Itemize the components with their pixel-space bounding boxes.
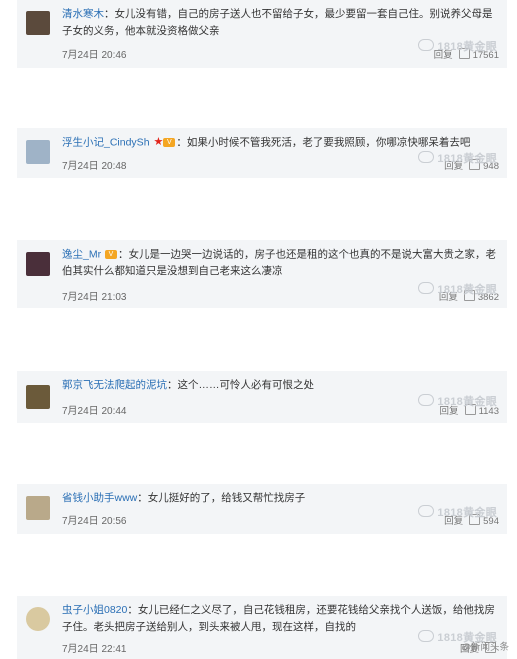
avatar[interactable] bbox=[26, 385, 50, 409]
comment-text: 浮生小记_CindySh ★ V ：如果小时候不管我死活，老了要我照顾，你哪凉快哪呆… bbox=[62, 134, 501, 151]
like-count: 1143 bbox=[478, 406, 499, 417]
comment-actions: 回复 594 bbox=[444, 513, 499, 527]
comment-body: ：女儿挺好的了，给钱又帮忙找房子 bbox=[137, 492, 306, 504]
watermark-icon bbox=[418, 282, 435, 294]
reply-button[interactable]: 回复 bbox=[440, 406, 459, 417]
timestamp: 7月24日 20:48 bbox=[62, 161, 127, 172]
comment-card: 逸尘_Mr V ：女儿是一边哭一边说话的，房子也还是租的这个也真的不是说大富大贵之… bbox=[17, 240, 507, 308]
comment-actions: 回复 3862 bbox=[439, 289, 499, 303]
comment-body: ：女儿是一边哭一边说话的，房子也还是租的这个也真的不是说大富大贵之家，老伯其实什… bbox=[62, 248, 497, 278]
reply-button[interactable]: 回复 bbox=[444, 161, 463, 172]
like-icon[interactable] bbox=[463, 290, 475, 301]
avatar[interactable] bbox=[26, 252, 50, 276]
comment-card: 虫子小姐0820：女儿已经仁之义尽了，自己花钱租房，还要花钱给父亲找个人送饭，给… bbox=[17, 596, 507, 659]
comment-actions: 回复 17561 bbox=[434, 47, 499, 61]
user-badges: ★ V bbox=[153, 134, 176, 151]
username-link[interactable]: 浮生小记_CindySh bbox=[62, 136, 150, 148]
avatar[interactable] bbox=[26, 607, 50, 631]
comment-text: 清水寒木：女儿没有错，自己的房子送人也不留给子女，最少要留一套自己住。别说养父母… bbox=[62, 6, 501, 40]
like-icon[interactable] bbox=[458, 48, 470, 59]
like-icon[interactable] bbox=[469, 159, 481, 170]
star-badge-icon: ★ bbox=[153, 136, 164, 148]
comment-actions: 回复 1143 bbox=[440, 403, 499, 417]
user-badges: V bbox=[105, 246, 118, 263]
timestamp: 7月24日 20:46 bbox=[62, 50, 127, 61]
watermark-icon bbox=[418, 394, 435, 406]
avatar[interactable] bbox=[26, 496, 50, 520]
reply-button[interactable]: 回复 bbox=[444, 516, 463, 527]
avatar[interactable] bbox=[26, 140, 50, 164]
comment-text: 虫子小姐0820：女儿已经仁之义尽了，自己花钱租房，还要花钱给父亲找个人送饭，给… bbox=[62, 602, 501, 636]
source-watermark: @新闻头条 bbox=[461, 642, 509, 653]
watermark-icon bbox=[418, 151, 435, 163]
comment-actions: 回复 948 bbox=[444, 158, 499, 172]
avatar[interactable] bbox=[26, 11, 50, 35]
timestamp: 7月24日 21:03 bbox=[62, 292, 127, 303]
like-count: 17561 bbox=[472, 50, 499, 61]
comment-body: ：女儿已经仁之义尽了，自己花钱租房，还要花钱给父亲找个人送饭，给他找房子住。老头… bbox=[62, 604, 495, 633]
like-count: 948 bbox=[483, 161, 499, 172]
like-count: 594 bbox=[483, 516, 499, 527]
comment-body: ：女儿没有错，自己的房子送人也不留给子女，最少要留一套自己住。别说养父母是子女的… bbox=[62, 8, 493, 37]
like-icon[interactable] bbox=[464, 404, 476, 415]
username-link[interactable]: 清水寒木 bbox=[62, 8, 104, 20]
comment-card: 浮生小记_CindySh ★ V ：如果小时候不管我死活，老了要我照顾，你哪凉快哪呆… bbox=[17, 128, 507, 178]
like-count: 3862 bbox=[477, 292, 499, 303]
comment-card: 郭京飞无法爬起的泥坑：这个……可怜人必有可恨之处 7月24日 20:44 回复 1… bbox=[17, 371, 507, 423]
username-link[interactable]: 虫子小姐0820 bbox=[62, 604, 127, 616]
reply-button[interactable]: 回复 bbox=[439, 292, 458, 303]
comment-text: 逸尘_Mr V ：女儿是一边哭一边说话的，房子也还是租的这个也真的不是说大富大贵之… bbox=[62, 246, 501, 280]
comment-body: ：这个……可怜人必有可恨之处 bbox=[167, 379, 314, 391]
comment-text: 省钱小助手www：女儿挺好的了，给钱又帮忙找房子 bbox=[62, 490, 501, 507]
comment-body: ：如果小时候不管我死活，老了要我照顾，你哪凉快哪呆着去吧 bbox=[176, 136, 471, 149]
vip-badge-icon: V bbox=[105, 249, 118, 259]
timestamp: 7月24日 22:41 bbox=[62, 644, 127, 655]
timestamp: 7月24日 20:44 bbox=[62, 406, 127, 417]
comment-card: 省钱小助手www：女儿挺好的了，给钱又帮忙找房子 7月24日 20:56 回复 5… bbox=[17, 484, 507, 534]
username-link[interactable]: 郭京飞无法爬起的泥坑 bbox=[62, 379, 167, 391]
username-link[interactable]: 省钱小助手www bbox=[62, 492, 137, 504]
vip-badge-icon: V bbox=[163, 137, 176, 147]
reply-button[interactable]: 回复 bbox=[434, 50, 453, 61]
comment-text: 郭京飞无法爬起的泥坑：这个……可怜人必有可恨之处 bbox=[62, 377, 501, 394]
username-link[interactable]: 逸尘_Mr bbox=[62, 248, 101, 260]
like-icon[interactable] bbox=[469, 514, 481, 525]
watermark-icon bbox=[418, 39, 435, 51]
timestamp: 7月24日 20:56 bbox=[62, 516, 127, 527]
comment-card: 清水寒木：女儿没有错，自己的房子送人也不留给子女，最少要留一套自己住。别说养父母… bbox=[17, 0, 507, 68]
